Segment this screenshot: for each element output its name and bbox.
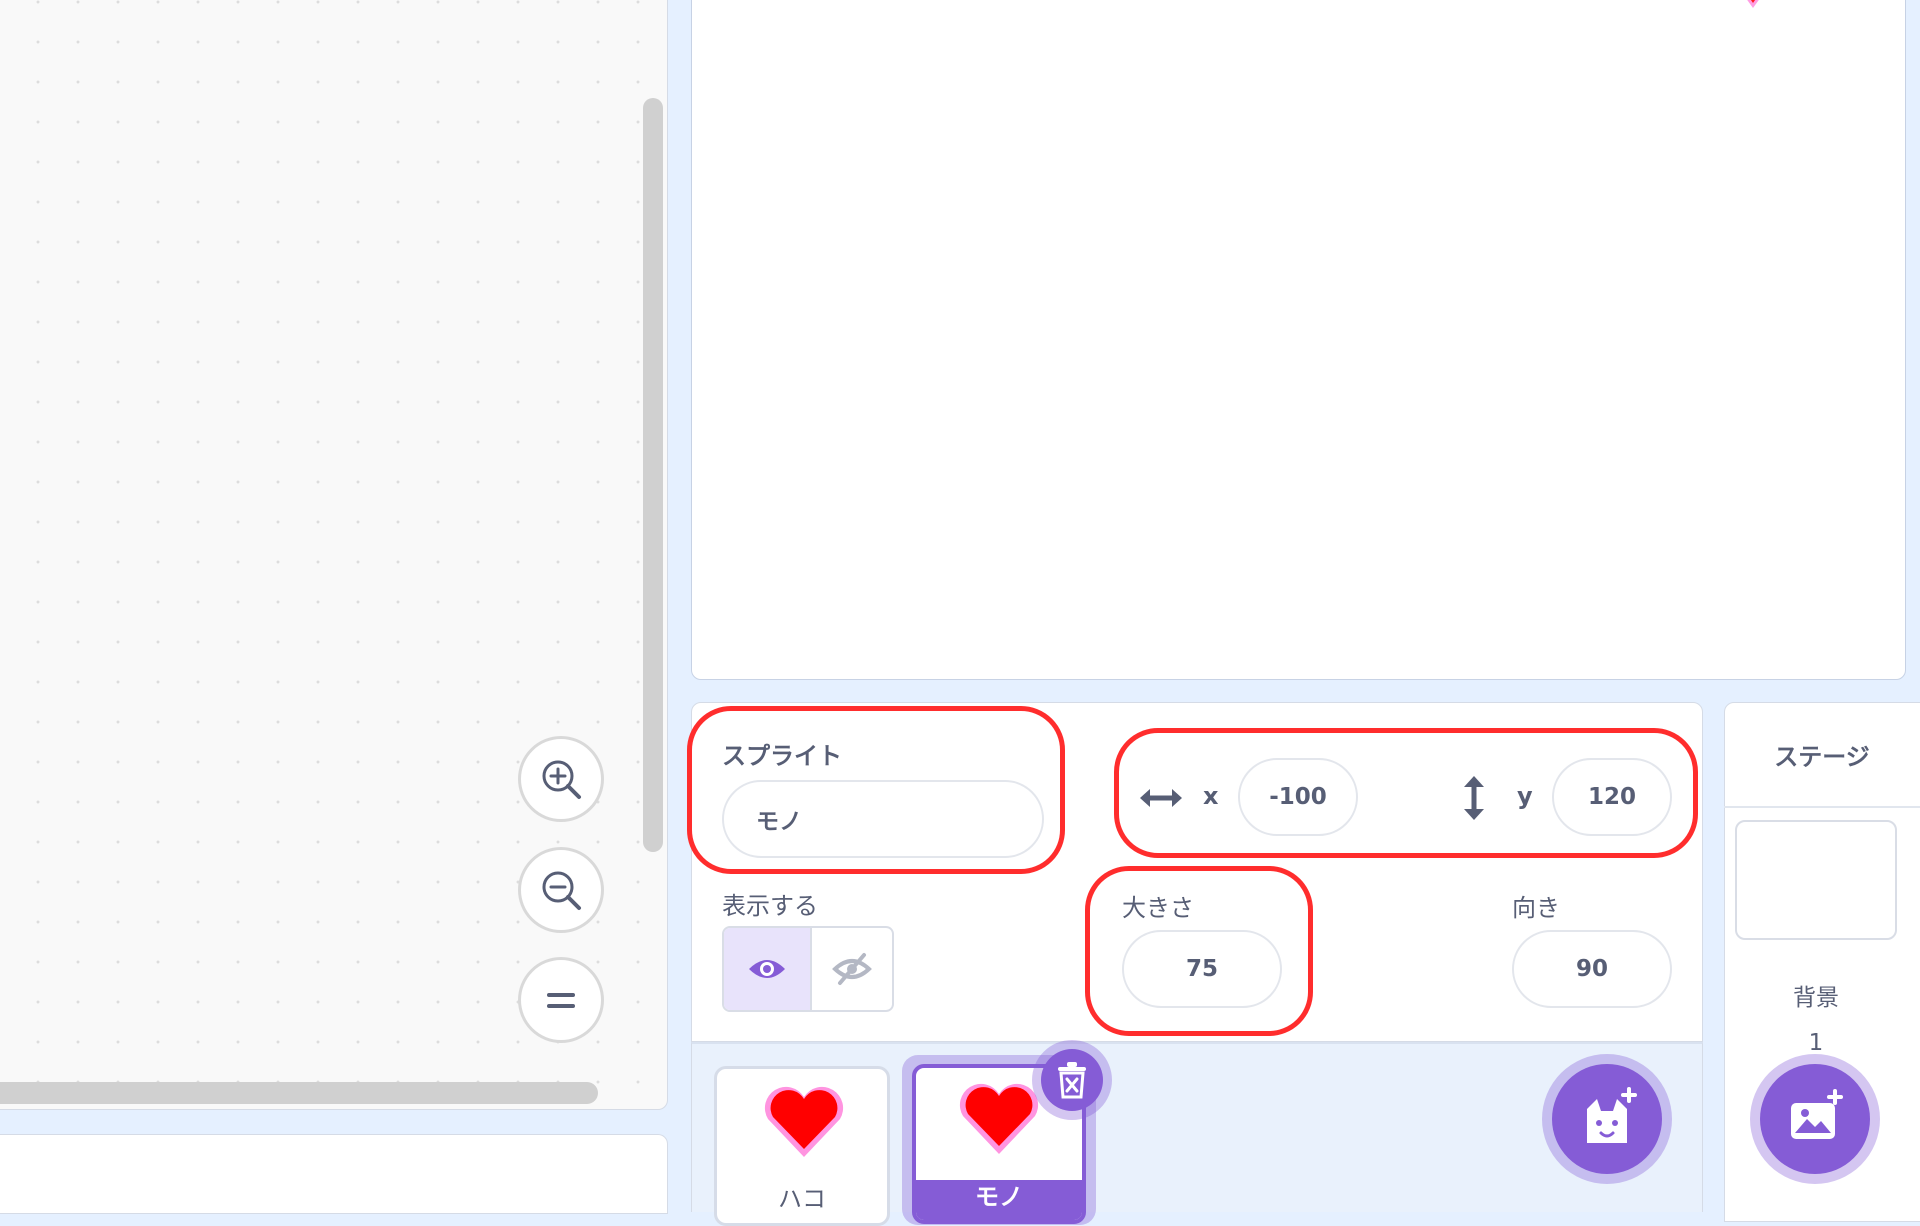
add-backdrop-button[interactable] xyxy=(1760,1064,1870,1174)
highlight-sprite-name xyxy=(687,706,1065,874)
heart-costume-icon xyxy=(959,1083,1039,1154)
direction-input[interactable]: 90 xyxy=(1512,930,1672,1008)
zoom-out-button[interactable] xyxy=(518,847,604,933)
highlight-position xyxy=(1114,728,1698,858)
zoom-in-icon xyxy=(542,760,581,799)
bottom-panel xyxy=(0,1134,668,1214)
stage-sprite-heart[interactable] xyxy=(1738,0,1768,22)
workspace-horizontal-scrollbar[interactable] xyxy=(0,1082,598,1104)
show-button[interactable] xyxy=(724,928,812,1010)
cat-plus-icon xyxy=(1587,1087,1637,1143)
add-backdrop-ring xyxy=(1750,1054,1880,1184)
heart-costume-icon xyxy=(764,1086,844,1157)
visibility-toggle xyxy=(722,926,894,1012)
eye-icon xyxy=(749,960,785,978)
backdrop-count: 1 xyxy=(1808,1030,1824,1056)
sprite-tile-name: ハコ xyxy=(778,1185,826,1213)
stage-canvas[interactable] xyxy=(691,0,1906,680)
direction-label: 向き xyxy=(1512,894,1560,922)
delete-sprite-button[interactable] xyxy=(1041,1049,1103,1111)
sprite-tile-name: モノ xyxy=(916,1180,1082,1220)
zoom-reset-button[interactable] xyxy=(518,957,604,1043)
trash-icon xyxy=(1058,1062,1086,1099)
highlight-size xyxy=(1085,866,1313,1036)
backdrop-label: 背景 xyxy=(1793,985,1839,1011)
delete-sprite-ring xyxy=(1032,1040,1112,1120)
backdrop-thumbnail[interactable] xyxy=(1735,820,1897,940)
show-label: 表示する xyxy=(722,892,818,920)
equals-icon xyxy=(547,993,575,1008)
zoom-in-button[interactable] xyxy=(518,736,604,822)
add-sprite-ring xyxy=(1542,1054,1672,1184)
workspace-vertical-scrollbar[interactable] xyxy=(643,98,663,852)
image-plus-icon xyxy=(1791,1089,1843,1139)
zoom-out-icon xyxy=(542,871,581,910)
hide-button[interactable] xyxy=(812,928,892,1010)
sprite-tile-hako[interactable]: ハコ xyxy=(714,1066,890,1226)
add-sprite-button[interactable] xyxy=(1552,1064,1662,1174)
stage-panel-title: ステージ xyxy=(1724,702,1920,808)
code-workspace[interactable] xyxy=(0,0,668,1110)
eye-slash-icon xyxy=(832,953,872,985)
